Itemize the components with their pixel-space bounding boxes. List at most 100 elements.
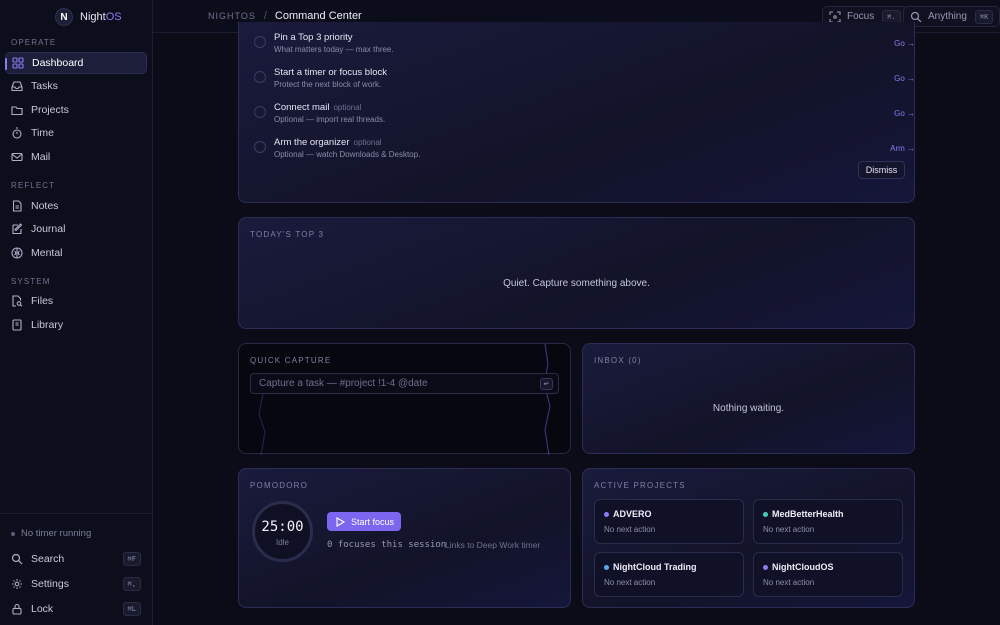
brand-name: NightOS [80,11,122,23]
mail-icon [11,151,23,163]
command-palette-button[interactable]: Anything ⌘K [903,6,1000,27]
lock-shortcut: ⌘L [122,602,141,616]
sidebar-item-label: Mental [31,247,63,259]
setup-task[interactable]: Pin a Top 3 priority What matters today … [254,32,915,58]
active-projects-label: ACTIVE PROJECTS [594,481,686,490]
sidebar-item-mail[interactable]: Mail [5,146,147,168]
sidebar-item-label: Notes [31,200,59,212]
setup-task[interactable]: Start a timer or focus block Protect the… [254,67,915,93]
inbox-label: INBOX (0) [594,356,642,365]
book-icon [11,319,23,331]
deep-work-link[interactable]: Links to Deep Work timer [445,540,540,550]
brand[interactable]: N NightOS [55,7,122,27]
start-focus-button[interactable]: Start focus [327,512,402,531]
brand-logo: N [55,8,73,26]
focus-label: Focus [847,11,875,22]
breadcrumb-separator: / [263,10,267,22]
sidebar-item-library[interactable]: Library [5,314,147,336]
pomodoro-state: Idle [276,538,289,547]
task-go-link[interactable]: Go → [894,39,915,48]
timer-status-text: No timer running [21,528,92,539]
lock-button[interactable]: Lock ⌘L [11,599,141,619]
task-checkbox[interactable] [254,106,266,118]
sidebar-item-label: Files [31,295,54,307]
task-title: Pin a Top 3 priority [274,32,353,43]
pomodoro-label: POMODORO [250,481,309,490]
sidebar-item-dashboard[interactable]: Dashboard [5,52,147,74]
task-subtitle: Optional — watch Downloads & Desktop. [274,150,421,159]
task-subtitle: Protect the next block of work. [274,80,382,89]
command-palette-shortcut: ⌘K [974,9,994,24]
top3-card: TODAY'S TOP 3 Quiet. Capture something a… [238,217,915,329]
sidebar-item-label: Tasks [31,80,58,92]
stopwatch-icon [11,127,23,139]
quick-capture-input[interactable] [251,374,558,393]
top3-label: TODAY'S TOP 3 [250,230,325,239]
project-name: MedBetterHealth [772,509,844,519]
task-arm-link[interactable]: Arm → [890,144,915,153]
inbox-icon [11,80,23,92]
sidebar-item-label: Journal [31,223,66,235]
sidebar-footer: No timer running Search ⌘F Settings ⌘, L… [0,513,152,625]
setup-checklist-card: Pin a Top 3 priority What matters today … [238,22,915,203]
task-go-link[interactable]: Go → [894,74,915,83]
task-checkbox[interactable] [254,36,266,48]
project-next-action: No next action [604,525,656,534]
search-label: Search [31,553,65,565]
lock-label: Lock [31,603,54,615]
project-tile-nightcloudos[interactable]: NightCloudOS No next action [753,552,903,597]
file-search-icon [11,295,23,307]
project-color-dot [604,565,609,570]
sidebar-item-projects[interactable]: Projects [5,99,147,121]
sidebar-item-time[interactable]: Time [5,122,147,144]
sidebar-item-journal[interactable]: Journal [5,218,147,240]
project-color-dot [763,512,768,517]
setup-task[interactable]: Connect mail optional Optional — import r… [254,102,915,128]
sidebar-item-tasks[interactable]: Tasks [5,75,147,97]
task-title: Connect mail optional [274,102,362,113]
sidebar-item-files[interactable]: Files [5,290,147,312]
pomodoro-card: POMODORO 25:00 Idle Start focus 0 focuse… [238,468,571,608]
task-checkbox[interactable] [254,141,266,153]
dismiss-button[interactable]: Dismiss [858,161,905,179]
nav-section-reflect: REFLECT [11,181,56,190]
task-title: Start a timer or focus block [274,67,387,78]
setup-task[interactable]: Arm the organizer optional Optional — wat… [254,137,915,163]
top3-empty-text: Quiet. Capture something above. [503,278,650,289]
project-name: NightCloud Trading [613,562,697,572]
sidebar-item-mental[interactable]: Mental [5,242,147,264]
timer-status-dot [11,531,15,536]
project-color-dot [763,565,768,570]
timer-status: No timer running [11,528,91,539]
settings-shortcut: ⌘, [122,577,141,591]
project-tile-nightcloud-trading[interactable]: NightCloud Trading No next action [594,552,744,597]
project-next-action: No next action [763,578,815,587]
dashboard-icon [12,57,24,69]
pomodoro-time: 25:00 [261,519,304,535]
folder-icon [11,104,23,116]
sidebar-item-label: Time [31,127,54,139]
lock-icon [11,603,23,615]
sidebar-item-label: Projects [31,104,69,116]
search-icon [910,11,922,23]
project-next-action: No next action [763,525,815,534]
project-tile-advero[interactable]: ADVERO No next action [594,499,744,544]
project-next-action: No next action [604,578,656,587]
project-tile-medbetterhealth[interactable]: MedBetterHealth No next action [753,499,903,544]
project-name: NightCloudOS [772,562,834,572]
task-go-link[interactable]: Go → [894,109,915,118]
quick-capture-card: QUICK CAPTURE ↵ [238,343,571,455]
project-name: ADVERO [613,509,652,519]
pomodoro-ring: 25:00 Idle [252,501,313,562]
play-icon [334,516,346,528]
quick-capture-field[interactable]: ↵ [250,373,559,394]
breadcrumb-root[interactable]: NIGHTOS [208,11,256,21]
nav-section-system: SYSTEM [11,277,51,286]
sidebar-item-notes[interactable]: Notes [5,195,147,217]
settings-button[interactable]: Settings ⌘, [11,574,141,594]
task-checkbox[interactable] [254,71,266,83]
enter-key-icon[interactable]: ↵ [540,378,553,390]
search-shortcut: ⌘F [122,552,141,566]
search-button[interactable]: Search ⌘F [11,549,141,569]
pomodoro-session-info: 0 focuses this session [327,540,447,550]
